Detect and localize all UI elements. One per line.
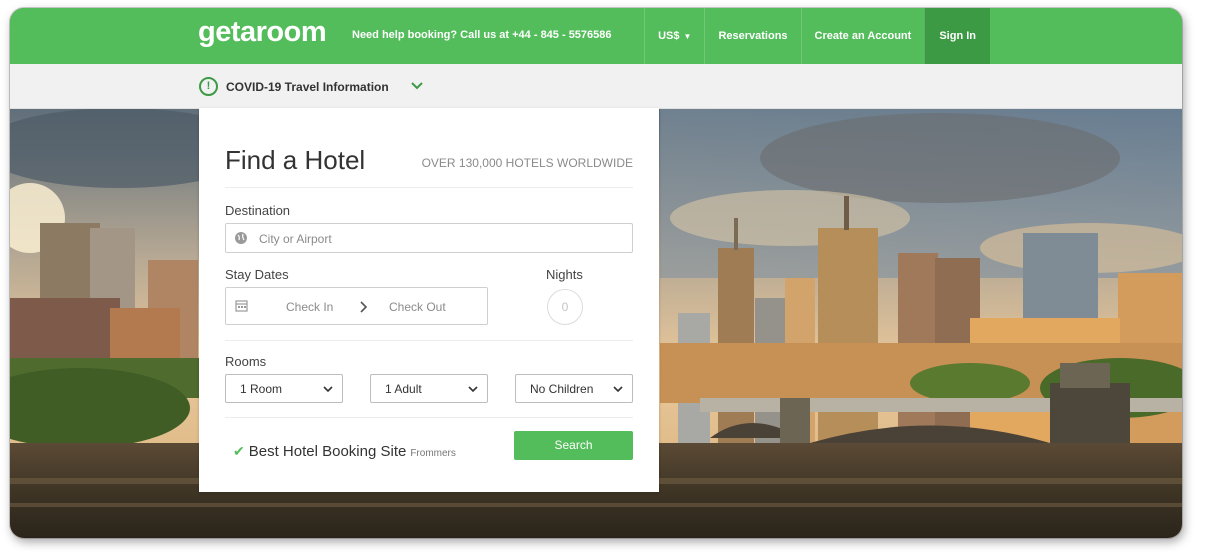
frommers-source: Frommers: [410, 448, 456, 459]
chevron-right-icon: [360, 301, 368, 313]
adults-select-value: 1 Adult: [385, 382, 422, 396]
top-navigation-bar: getaroom Need help booking? Call us at +…: [10, 8, 1182, 64]
caret-down-icon: ▼: [683, 31, 692, 41]
getaroom-logo[interactable]: getaroom: [198, 16, 327, 49]
stay-dates-label: Stay Dates: [225, 267, 289, 282]
calendar-icon: [235, 300, 248, 312]
caret-down-icon: [613, 386, 623, 393]
covid-info-bar[interactable]: ! COVID-19 Travel Information: [10, 64, 1182, 109]
destination-placeholder: City or Airport: [259, 232, 332, 246]
hotel-search-card: Find a Hotel OVER 130,000 HOTELS WORLDWI…: [199, 108, 659, 492]
globe-icon: [235, 232, 247, 244]
stay-dates-input[interactable]: Check In Check Out: [225, 287, 488, 325]
divider: [225, 417, 633, 418]
caret-down-icon: [468, 386, 478, 393]
browser-viewport: getaroom Need help booking? Call us at +…: [10, 8, 1182, 538]
chevron-down-icon[interactable]: [410, 81, 424, 91]
best-site-badge: ✔ Best Hotel Booking Site Frommers: [233, 443, 456, 460]
sign-in-button[interactable]: Sign In: [924, 8, 990, 64]
nights-label: Nights: [546, 267, 583, 282]
covid-info-label: COVID-19 Travel Information: [226, 80, 389, 94]
children-select[interactable]: No Children: [515, 374, 633, 403]
main-nav: US$ ▼ Reservations Create an Account Sig…: [644, 8, 990, 64]
create-account-link[interactable]: Create an Account: [800, 8, 925, 64]
rooms-select[interactable]: 1 Room: [225, 374, 343, 403]
destination-label: Destination: [225, 203, 291, 218]
reservations-link[interactable]: Reservations: [704, 8, 800, 64]
currency-selector[interactable]: US$ ▼: [644, 8, 704, 64]
destination-input[interactable]: City or Airport: [225, 223, 633, 253]
divider: [225, 187, 633, 188]
help-phone-text: Need help booking? Call us at +44 - 845 …: [352, 29, 612, 41]
currency-label: US$: [658, 30, 680, 42]
adults-select[interactable]: 1 Adult: [370, 374, 488, 403]
caret-down-icon: [323, 386, 333, 393]
best-site-text: Best Hotel Booking Site: [248, 443, 407, 460]
children-select-value: No Children: [530, 382, 594, 396]
check-in-field[interactable]: Check In: [286, 300, 333, 314]
divider: [225, 340, 633, 341]
alert-circle-icon: !: [199, 77, 218, 96]
search-button[interactable]: Search: [514, 431, 633, 460]
rooms-label: Rooms: [225, 354, 267, 369]
rooms-select-value: 1 Room: [240, 382, 283, 396]
check-out-field[interactable]: Check Out: [389, 300, 446, 314]
nights-count: 0: [547, 289, 583, 325]
hotels-count-tagline: OVER 130,000 HOTELS WORLDWIDE: [421, 156, 633, 170]
checkmark-icon: ✔: [233, 443, 245, 459]
search-card-title: Find a Hotel: [225, 145, 366, 175]
